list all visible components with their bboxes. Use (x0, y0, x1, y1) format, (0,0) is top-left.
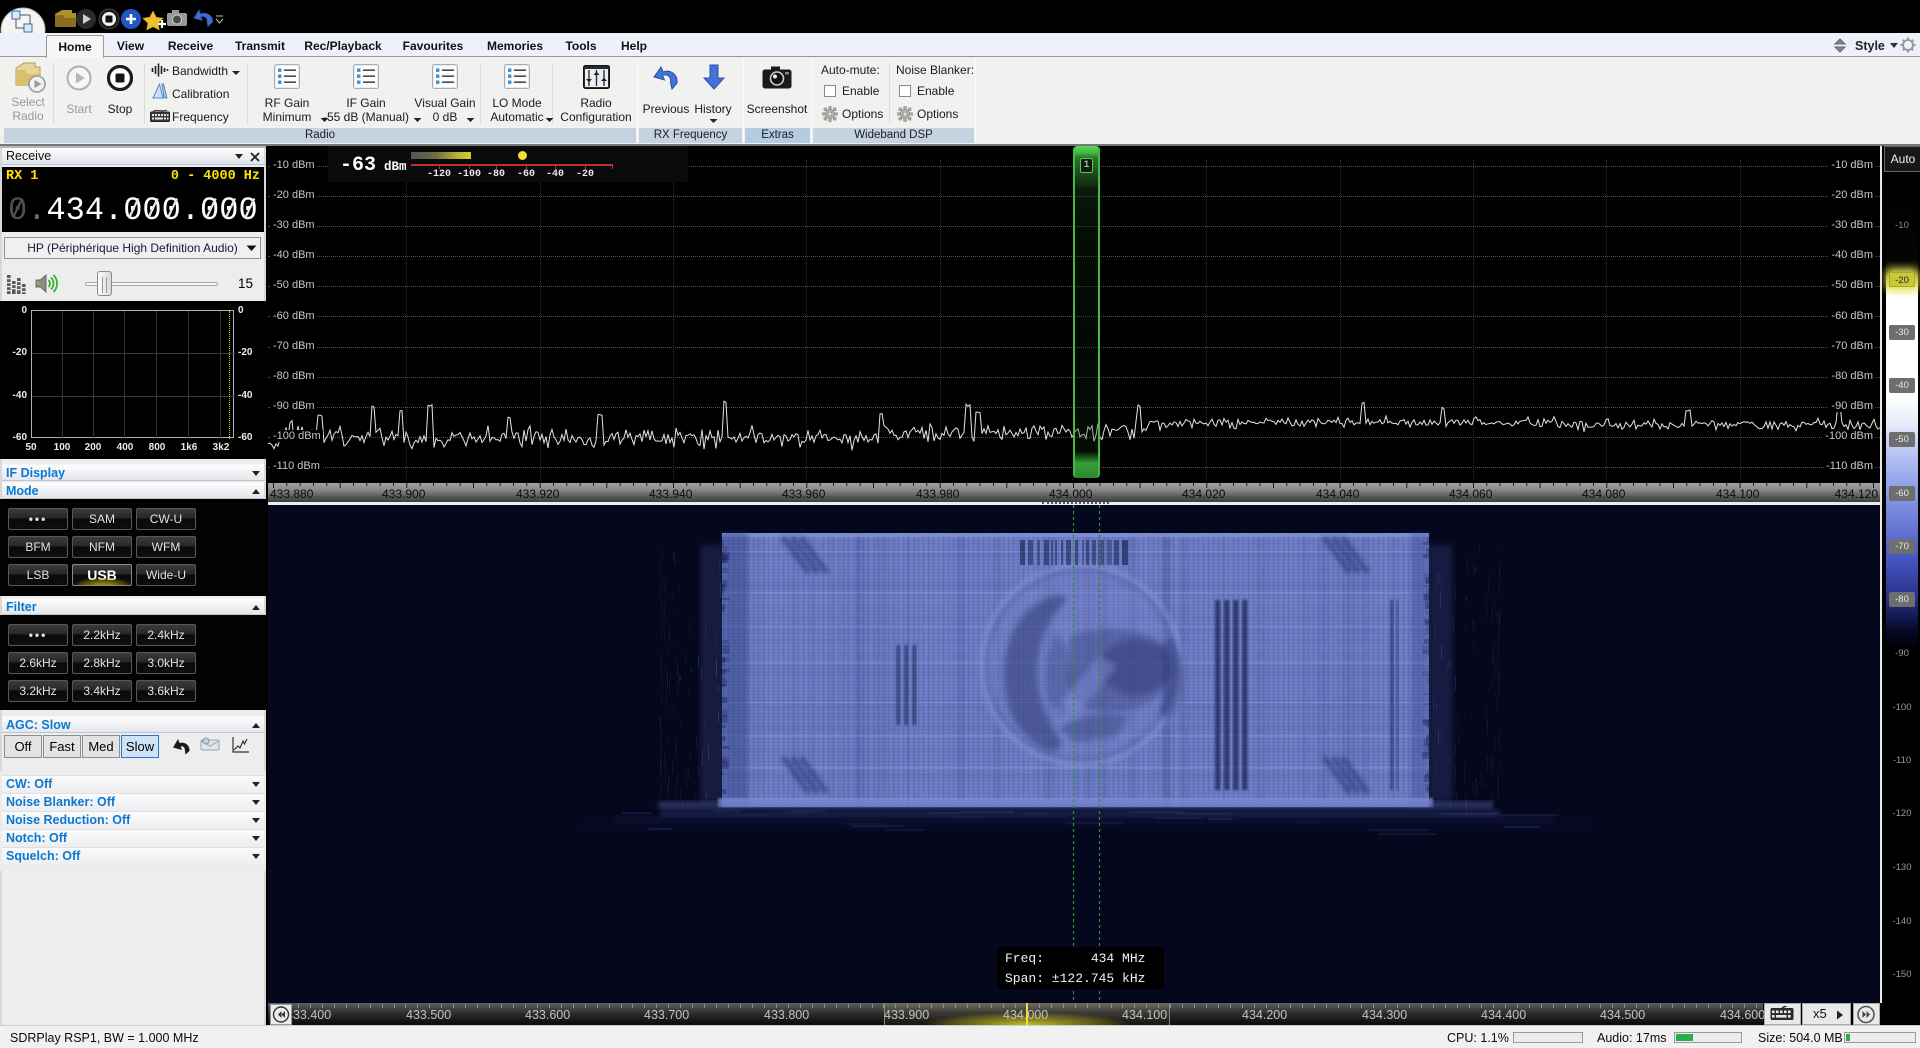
svg-text:Style: Style (1855, 39, 1885, 53)
